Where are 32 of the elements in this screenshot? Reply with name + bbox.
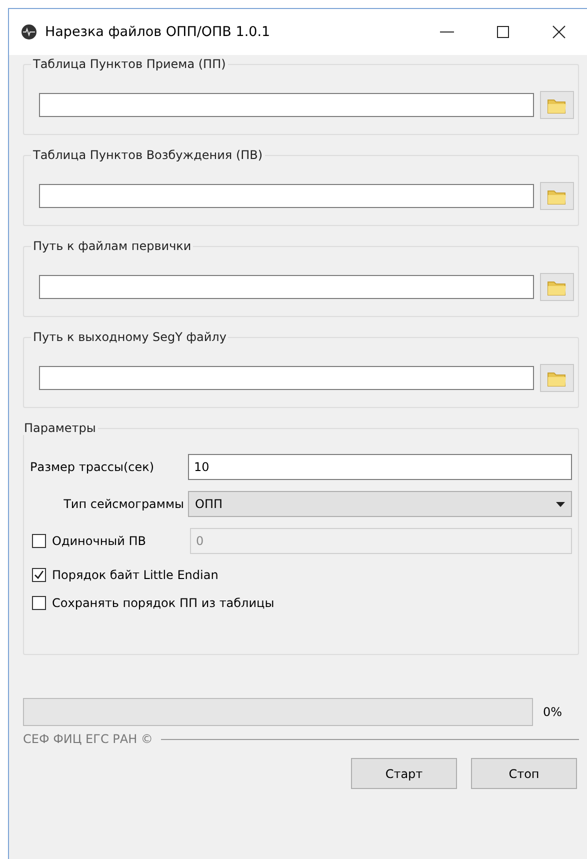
path-field[interactable] [39,93,534,117]
group-title: Путь к выходному SegY файлу [33,330,226,344]
checkbox-label: Порядок байт Little Endian [52,568,218,582]
checkbox-label: Одиночный ПВ [52,534,148,548]
close-icon [552,25,566,39]
field-label: Размер трассы(сек) [30,460,156,474]
maximize-icon [497,26,509,38]
minimize-icon [440,31,454,33]
stop-button[interactable]: Стоп [471,758,577,789]
group-title: Таблица Пунктов Возбуждения (ПВ) [33,148,263,162]
dropdown-arrow-icon [556,502,565,506]
group-title: Таблица Пунктов Приема (ПП) [33,57,226,71]
checkbox[interactable] [32,568,46,582]
path-field[interactable] [39,184,534,208]
window-title: Нарезка файлов ОПП/ОПВ 1.0.1 [45,24,272,40]
start-button[interactable]: Старт [351,758,457,789]
field-label: Тип сейсмограммы [62,497,185,511]
checkbox-label: Сохранять порядок ПП из таблицы [52,596,274,610]
checkbox[interactable] [32,596,46,610]
folder-icon [547,370,567,386]
folder-icon [547,96,567,114]
trace-size-field[interactable]: 10 [188,454,572,480]
folder-icon [547,188,567,204]
progress-reading: 0% [543,705,564,719]
app-icon [21,24,37,40]
copyright-text: СЕФ ФИЦ ЕГС РАН © [23,732,153,746]
folder-icon [547,278,567,296]
group-title: Путь к файлам первички [33,239,192,253]
path-field[interactable] [39,366,534,390]
group-title: Параметры [24,421,96,435]
path-field[interactable] [39,275,534,299]
seismogram-type-dropdown[interactable]: ОПП [188,491,572,517]
